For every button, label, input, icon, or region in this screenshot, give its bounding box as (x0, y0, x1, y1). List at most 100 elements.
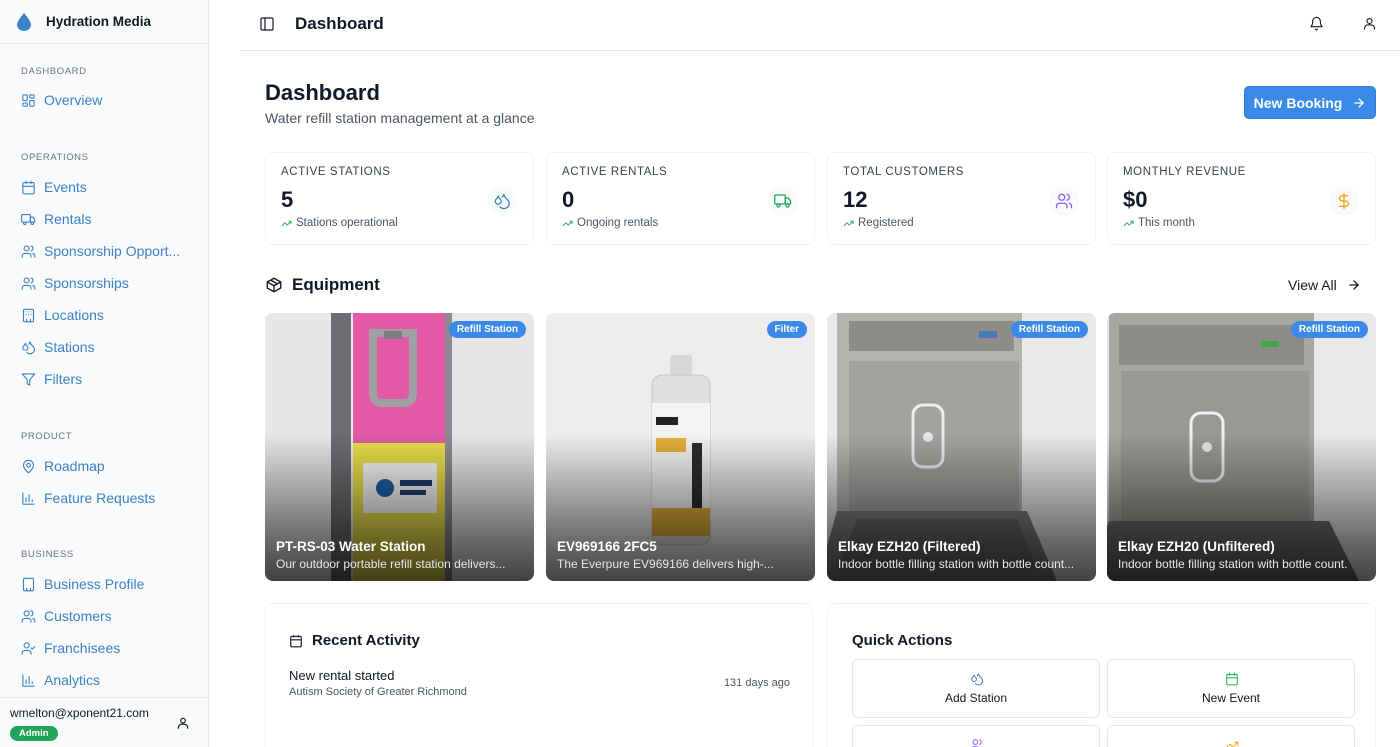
topbar-title: Dashboard (295, 14, 384, 33)
new-event-button[interactable]: New Event (1107, 659, 1355, 718)
sidebar-item-customers[interactable]: Customers (21, 605, 112, 627)
card-description: The Everpure EV969166 delivers high-... (557, 557, 774, 571)
stat-icon (1049, 186, 1079, 216)
activity-subtitle: Autism Society of Greater Richmond (289, 686, 467, 698)
trending-up-icon (562, 220, 573, 226)
trending-up-icon (1123, 220, 1134, 226)
sidebar-item-filters[interactable]: Filters (21, 368, 82, 390)
stat-value: 5 (281, 187, 294, 212)
notifications-button[interactable] (1309, 16, 1324, 36)
add-station-label: Add Station (944, 691, 1008, 705)
calendar-icon (1226, 672, 1238, 686)
building-icon (22, 577, 35, 591)
stat-icon (1329, 186, 1359, 216)
sidebar-item-stations[interactable]: Stations (21, 336, 95, 358)
water-drop-icon (17, 12, 31, 31)
card-description: Indoor bottle filling station with bottl… (838, 557, 1075, 571)
bar-chart-icon (22, 491, 35, 505)
building-icon (22, 308, 35, 322)
stat-value: $0 (1123, 187, 1148, 212)
user-icon (1363, 17, 1376, 30)
nav-section-dashboard: DASHBOARD (21, 66, 87, 77)
new-event-label: New Event (1201, 691, 1261, 705)
calendar-icon (22, 180, 35, 194)
sidebar-item-label: Events (44, 179, 87, 195)
recent-activity-panel: Recent Activity New rental started Autis… (265, 603, 813, 747)
activity-title: New rental started (289, 668, 395, 683)
sidebar-toggle-icon (260, 17, 274, 31)
sidebar-item-label: Feature Requests (44, 490, 156, 506)
bell-icon (1310, 16, 1323, 31)
sidebar-item-franchisees[interactable]: Franchisees (21, 637, 120, 659)
user-icon[interactable] (176, 716, 190, 730)
toggle-sidebar-button[interactable] (259, 16, 275, 37)
sidebar-item-label: Filters (44, 371, 83, 387)
sidebar-item-business-profile[interactable]: Business Profile (21, 573, 144, 595)
sidebar-item-label: Sponsorship Opport... (44, 243, 181, 259)
stat-card-active-rentals: ACTIVE RENTALS 0 Ongoing rentals (546, 152, 815, 245)
map-pin-icon (22, 459, 35, 473)
quick-action-analytics-button[interactable] (1107, 725, 1355, 747)
sidebar-item-label: Franchisees (44, 640, 121, 656)
sidebar-item-overview[interactable]: Overview (21, 89, 102, 111)
sidebar-item-feature-requests[interactable]: Feature Requests (21, 487, 155, 509)
stat-value: 12 (843, 187, 868, 212)
calendar-icon (290, 634, 302, 647)
package-icon (266, 277, 282, 293)
user-email: wmelton@xponent21.com (10, 706, 149, 720)
sidebar-item-label: Rentals (44, 211, 92, 227)
profile-button[interactable] (1362, 16, 1377, 36)
equipment-card[interactable]: Refill Station Elkay EZH20 (Unfiltered) … (1107, 313, 1376, 581)
arrow-right-icon (1349, 280, 1359, 290)
users-icon (971, 739, 982, 747)
stat-icon (487, 186, 517, 216)
sidebar-item-label: Overview (44, 92, 103, 108)
view-all-link[interactable]: View All (1288, 277, 1361, 293)
droplets-icon (494, 193, 510, 210)
sidebar-item-sponsorships[interactable]: Sponsorships (21, 272, 129, 294)
stat-label: MONTHLY REVENUE (1123, 166, 1246, 178)
category-badge: Filter (766, 321, 807, 338)
bar-chart-icon (22, 673, 35, 687)
sidebar-item-events[interactable]: Events (21, 176, 87, 198)
truck-icon (21, 213, 36, 225)
sidebar-item-analytics[interactable]: Analytics (21, 669, 100, 691)
nav-section-operations: OPERATIONS (21, 152, 89, 163)
users-icon (21, 276, 36, 290)
quick-actions-panel: Quick Actions Add Station New Event (827, 603, 1376, 747)
sidebar-item-label: Business Profile (44, 576, 145, 592)
sidebar-item-sponsorship-opportunities[interactable]: Sponsorship Opport... (21, 240, 180, 262)
equipment-card[interactable]: Refill Station Elkay EZH20 (Filtered) In… (827, 313, 1096, 581)
card-title: Elkay EZH20 (Unfiltered) (1118, 539, 1275, 554)
stat-value: 0 (562, 187, 575, 212)
equipment-card[interactable]: Filter EV969166 2FC5 The Everpure EV9691… (546, 313, 815, 581)
nav-section-product: PRODUCT (21, 431, 73, 442)
add-station-button[interactable]: Add Station (852, 659, 1100, 718)
card-title: Elkay EZH20 (Filtered) (838, 539, 981, 554)
new-booking-button[interactable]: New Booking (1244, 86, 1376, 119)
brand[interactable]: Hydration Media (0, 0, 208, 44)
brand-name: Hydration Media (46, 14, 152, 29)
stat-card-active-stations: ACTIVE STATIONS 5 Stations operational (265, 152, 534, 245)
quick-action-customers-button[interactable] (852, 725, 1100, 747)
trending-up-icon (843, 220, 854, 226)
equipment-heading: Equipment (265, 275, 380, 295)
sidebar-item-label: Analytics (44, 672, 101, 688)
stat-card-monthly-revenue: MONTHLY REVENUE $0 This month (1107, 152, 1376, 245)
sidebar-item-label: Stations (44, 339, 95, 355)
category-badge: Refill Station (1290, 321, 1368, 338)
sidebar-item-label: Customers (44, 608, 112, 624)
sidebar-item-rentals[interactable]: Rentals (21, 208, 91, 230)
dollar-icon (1338, 192, 1350, 210)
stat-note: This month (1123, 217, 1195, 229)
sidebar-item-locations[interactable]: Locations (21, 304, 104, 326)
role-badge: Admin (10, 726, 58, 741)
page-subtitle: Water refill station management at a gla… (265, 110, 535, 126)
equipment-card[interactable]: Refill Station PT-RS-03 Water Station Ou… (265, 313, 534, 581)
user-menu[interactable]: wmelton@xponent21.com Admin (0, 697, 208, 747)
card-description: Indoor bottle filling station with bottl… (1118, 557, 1348, 571)
stat-label: ACTIVE STATIONS (281, 166, 391, 178)
card-title: PT-RS-03 Water Station (276, 539, 426, 554)
recent-activity-heading: Recent Activity (289, 632, 420, 649)
sidebar-item-roadmap[interactable]: Roadmap (21, 455, 105, 477)
